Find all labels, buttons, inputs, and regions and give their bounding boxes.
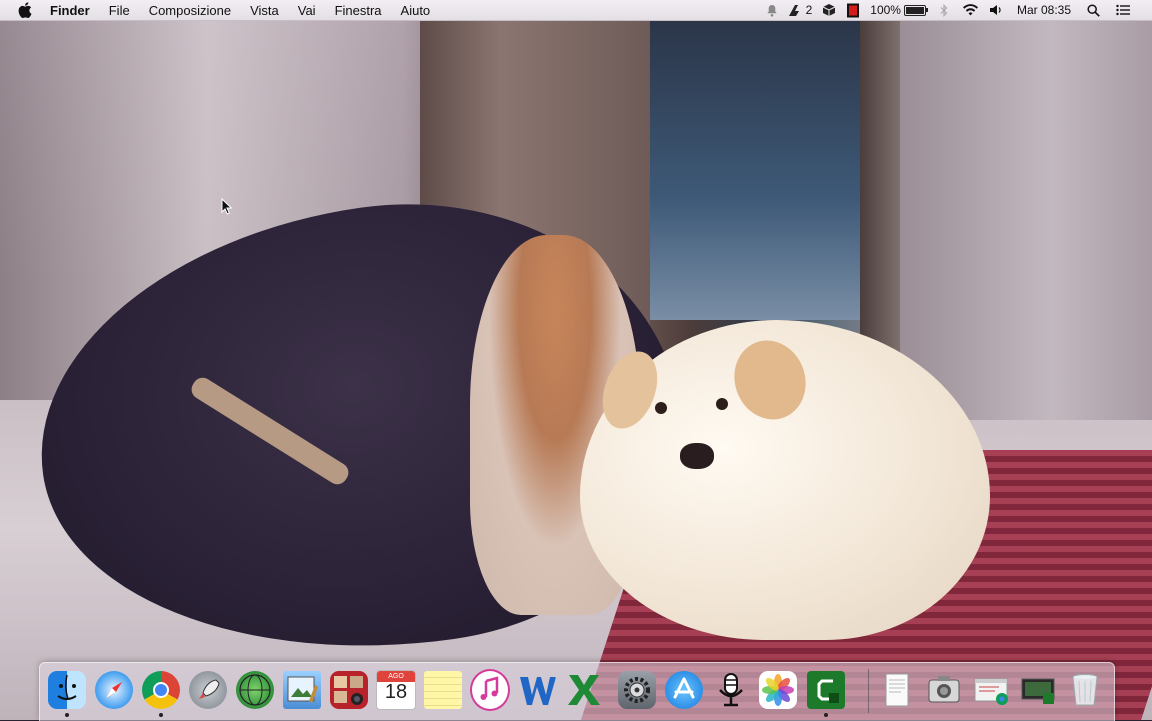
menu-composizione[interactable]: Composizione bbox=[149, 3, 231, 18]
dock-stack-documents[interactable] bbox=[877, 669, 917, 711]
wallpaper-wall bbox=[900, 20, 1152, 420]
notification-center-icon[interactable] bbox=[1116, 4, 1130, 16]
dock-item-app-store[interactable] bbox=[664, 669, 704, 711]
menu-vai[interactable]: Vai bbox=[298, 3, 316, 18]
volume-icon[interactable] bbox=[989, 4, 1003, 16]
battery-icon bbox=[903, 4, 928, 16]
running-indicator bbox=[824, 713, 828, 717]
adobe-badge-count: 2 bbox=[805, 3, 813, 17]
wallpaper-puppy-nose bbox=[680, 443, 714, 469]
dock: AGO 18 bbox=[39, 662, 1115, 721]
dock-item-word[interactable] bbox=[517, 669, 557, 711]
dock-item-system-preferences[interactable] bbox=[617, 669, 657, 711]
status-area: 2 100% Mar 08:35 bbox=[756, 0, 1152, 20]
bluetooth-icon[interactable] bbox=[940, 3, 948, 17]
calendar-day: 18 bbox=[384, 681, 408, 703]
dock-item-preview[interactable] bbox=[282, 669, 322, 711]
preview-photos-icon bbox=[283, 671, 321, 709]
gear-icon bbox=[618, 671, 656, 709]
dock-item-itunes[interactable] bbox=[470, 669, 510, 711]
wallpaper-puppy-eye bbox=[655, 402, 667, 414]
trash-icon bbox=[1066, 671, 1104, 709]
camtasia-icon bbox=[807, 671, 845, 709]
clock[interactable]: Mar 08:35 bbox=[1017, 3, 1071, 17]
wallpaper-puppy-eye bbox=[716, 398, 728, 410]
dock-item-maps[interactable] bbox=[235, 669, 275, 711]
menu-bar: Finder File Composizione Vista Vai Fines… bbox=[0, 0, 1152, 21]
app-store-icon bbox=[665, 671, 703, 709]
running-indicator bbox=[65, 713, 69, 717]
apple-menu-icon[interactable] bbox=[18, 2, 32, 18]
battery-percent: 100% bbox=[870, 3, 901, 17]
dock-item-launchpad[interactable] bbox=[188, 669, 228, 711]
dock-item-finder[interactable] bbox=[47, 669, 87, 717]
camera-icon bbox=[925, 671, 963, 709]
dock-stack-desktop[interactable] bbox=[1018, 669, 1058, 711]
calendar-icon: AGO 18 bbox=[376, 670, 416, 710]
battery-status[interactable]: 100% bbox=[870, 3, 928, 17]
dock-stack-capture[interactable] bbox=[924, 669, 964, 711]
package-icon[interactable] bbox=[822, 3, 836, 17]
menu-vista[interactable]: Vista bbox=[250, 3, 279, 18]
dock-item-camtasia[interactable] bbox=[806, 669, 846, 717]
itunes-music-note-icon bbox=[470, 669, 510, 711]
downloads-stack-icon bbox=[972, 671, 1010, 709]
dock-item-safari[interactable] bbox=[94, 669, 134, 711]
document-stack-icon bbox=[878, 671, 916, 709]
menu-app-name[interactable]: Finder bbox=[50, 3, 90, 18]
menu-finestra[interactable]: Finestra bbox=[335, 3, 382, 18]
running-indicator bbox=[159, 713, 163, 717]
wallpaper-door-frame-right bbox=[860, 20, 900, 360]
spotlight-search-icon[interactable] bbox=[1087, 3, 1100, 17]
dock-item-photos[interactable] bbox=[758, 669, 798, 711]
wifi-icon[interactable] bbox=[962, 4, 979, 16]
dock-item-podcast[interactable] bbox=[711, 669, 751, 711]
record-icon[interactable] bbox=[846, 3, 860, 18]
dock-item-calendar[interactable]: AGO 18 bbox=[376, 669, 416, 711]
notes-icon bbox=[424, 671, 462, 709]
dock-item-trash[interactable] bbox=[1065, 669, 1105, 711]
desktop-stack-icon bbox=[1019, 671, 1057, 709]
finder-icon bbox=[48, 671, 86, 709]
dock-item-chrome[interactable] bbox=[141, 669, 181, 717]
globe-icon bbox=[236, 671, 274, 709]
safari-compass-icon bbox=[95, 671, 133, 709]
menu-aiuto[interactable]: Aiuto bbox=[401, 3, 431, 18]
wallpaper-doorway bbox=[640, 20, 860, 320]
dock-separator bbox=[868, 669, 869, 713]
desktop-wallpaper bbox=[0, 0, 1152, 720]
microphone-icon bbox=[712, 671, 750, 709]
clock-text: Mar 08:35 bbox=[1016, 3, 1071, 17]
excel-icon bbox=[565, 671, 603, 709]
photo-booth-icon bbox=[330, 671, 368, 709]
chrome-icon bbox=[142, 671, 180, 709]
dock-item-notes[interactable] bbox=[423, 669, 463, 711]
dock-item-photo-booth[interactable] bbox=[329, 669, 369, 711]
notification-bell-icon[interactable] bbox=[766, 4, 778, 17]
menu-file[interactable]: File bbox=[109, 3, 130, 18]
photos-flower-icon bbox=[759, 671, 797, 709]
adobe-creative-cloud-icon[interactable]: 2 bbox=[788, 3, 813, 17]
dock-item-excel[interactable] bbox=[564, 669, 604, 711]
word-icon bbox=[518, 671, 556, 709]
rocket-icon bbox=[189, 671, 227, 709]
dock-stack-downloads[interactable] bbox=[971, 669, 1011, 711]
mouse-cursor-icon bbox=[221, 197, 233, 220]
